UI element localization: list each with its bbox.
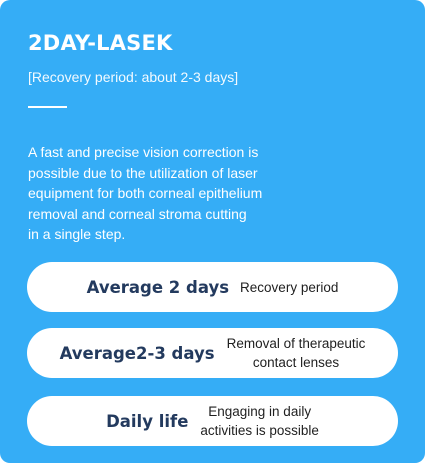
stat-daily-life: Daily life Engaging in daily activities … [27,396,398,446]
stat-label-line: contact lenses [252,355,340,370]
divider [28,106,67,108]
stat-label: Engaging in daily activities is possible [200,402,319,440]
page-title: 2DAY-LASEK [28,31,173,55]
stat-label-line: Removal of therapeutic [226,336,366,351]
stat-recovery-period: Average 2 days Recovery period [27,262,398,312]
description-line: in a single step. [28,226,126,242]
description-line: equipment for both corneal epithelium [28,185,263,201]
stat-label-line: Engaging in daily [208,404,312,419]
description-line: removal and corneal stroma cutting [28,205,247,222]
stat-label: Recovery period [240,278,338,297]
description-line: possible due to the utilization of laser [28,164,258,181]
stat-label: Removal of therapeutic contact lenses [227,334,366,372]
description-text: A fast and precise vision correction is … [28,142,328,245]
stat-value: Average 2 days [86,277,230,297]
stat-value: Average2-3 days [59,343,215,363]
stat-value: Daily life [106,411,189,431]
stat-contact-lens-removal: Average2-3 days Removal of therapeutic c… [27,328,398,378]
stat-label-line: Recovery period [240,279,339,295]
description-line: A fast and precise vision correction is [28,144,259,160]
lasek-info-card: 2DAY-LASEK [Recovery period: about 2-3 d… [0,0,425,463]
stat-label-line: activities is possible [200,423,319,438]
recovery-period-subtitle: [Recovery period: about 2-3 days] [28,69,239,85]
